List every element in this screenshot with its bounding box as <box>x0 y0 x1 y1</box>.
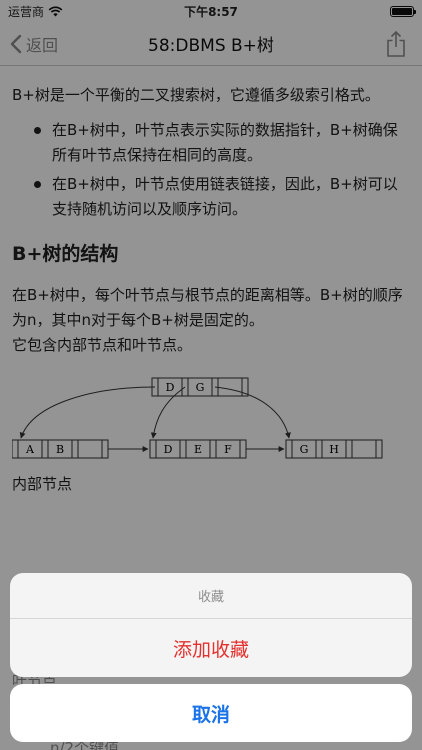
action-sheet-title: 收藏 <box>10 573 412 619</box>
cancel-group: 取消 <box>10 684 412 742</box>
add-favorite-button[interactable]: 添加收藏 <box>10 619 412 677</box>
action-sheet: 收藏 添加收藏 <box>10 573 412 677</box>
cancel-button[interactable]: 取消 <box>10 684 412 742</box>
